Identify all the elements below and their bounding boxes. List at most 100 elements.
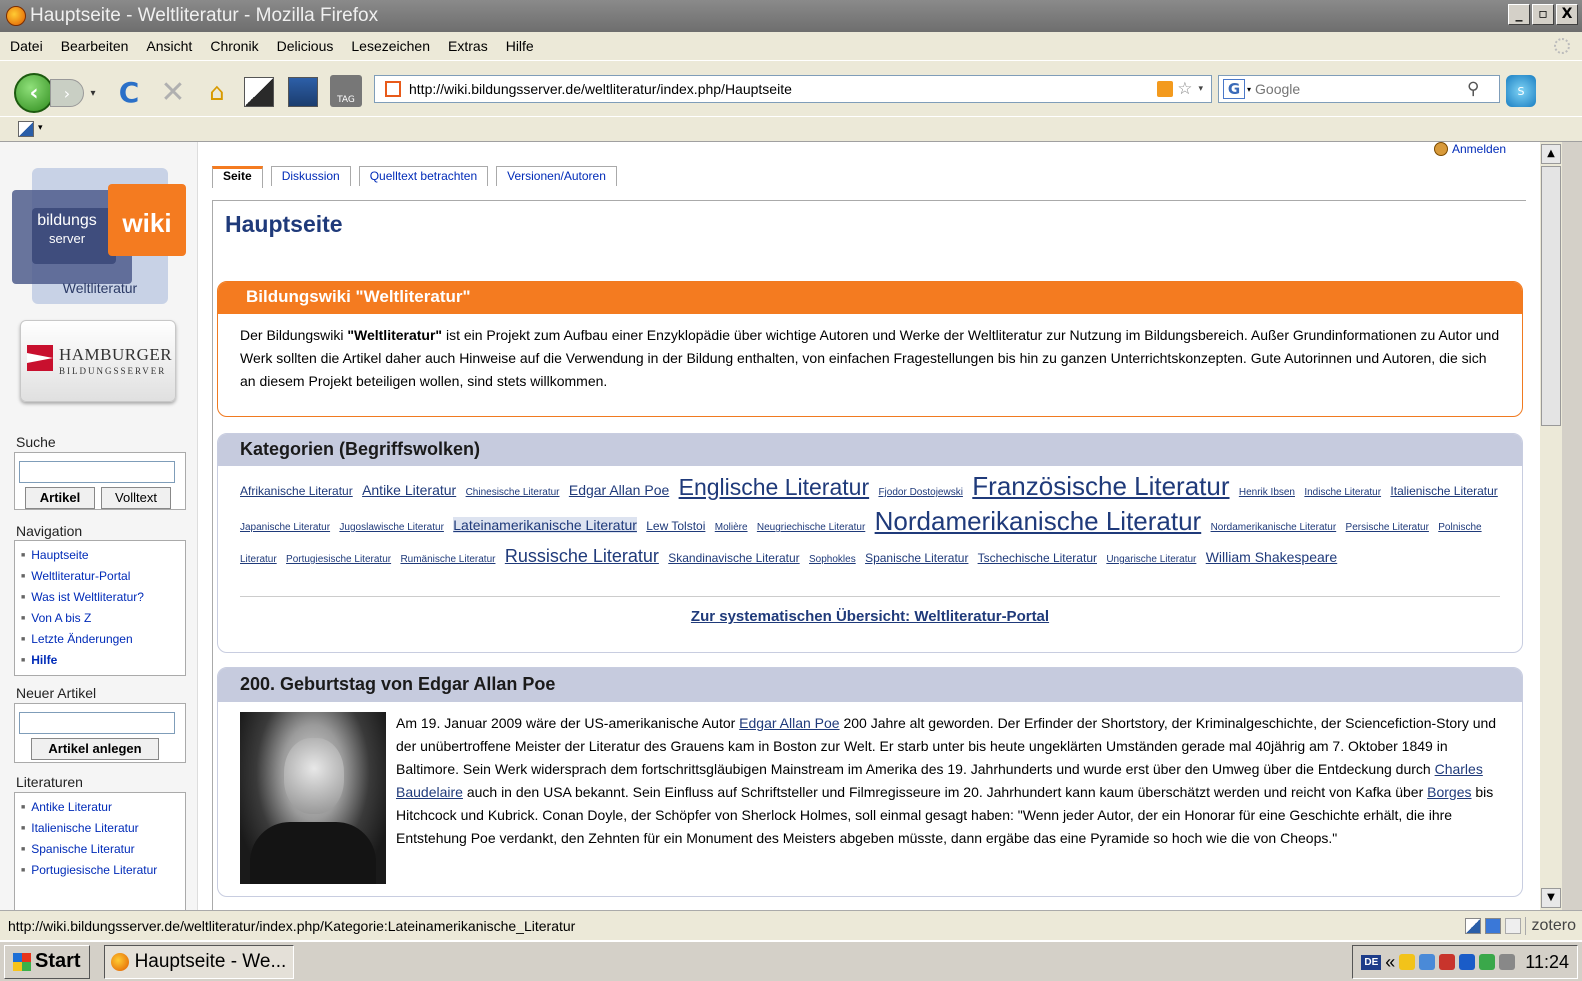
portal-link[interactable]: Zur systematischen Übersicht: Weltlitera… <box>218 608 1522 625</box>
create-article-button[interactable]: Artikel anlegen <box>31 738 159 760</box>
category-link[interactable]: Sophokles <box>809 554 856 565</box>
category-link[interactable]: Portugiesische Literatur <box>286 554 391 565</box>
volume-tray-icon[interactable] <box>1499 954 1516 970</box>
category-link[interactable]: Fjodor Dostojewski <box>878 487 962 498</box>
category-link[interactable]: Russische Literatur <box>505 546 659 566</box>
fulltext-search-button[interactable]: Volltext <box>101 487 171 509</box>
category-link[interactable]: Neugriechische Literatur <box>757 522 865 533</box>
category-link[interactable]: Spanische Literatur <box>865 551 968 565</box>
home-button[interactable]: ⌂ <box>200 75 234 109</box>
category-link[interactable]: Französische Literatur <box>972 471 1229 501</box>
category-link[interactable]: Ungarische Literatur <box>1106 554 1196 565</box>
google-engine-icon[interactable]: G <box>1223 79 1245 99</box>
search-input[interactable] <box>1255 81 1466 97</box>
login-link[interactable]: Anmelden <box>1434 142 1506 156</box>
bookmark-folder-icon[interactable] <box>18 121 34 137</box>
delicious-status-icon[interactable] <box>1464 917 1481 934</box>
lit-item-antike[interactable]: Antike Literatur <box>21 797 185 818</box>
alert-tray-icon[interactable] <box>1439 954 1456 970</box>
category-link[interactable]: Chinesische Literatur <box>466 487 560 498</box>
category-link[interactable]: Indische Literatur <box>1304 487 1381 498</box>
address-bar[interactable]: ☆ ▾ <box>374 75 1212 103</box>
search-bar[interactable]: G ▾ ⚲ <box>1218 75 1500 103</box>
menu-chronik[interactable]: Chronik <box>210 38 258 54</box>
nav-item-was-ist[interactable]: Was ist Weltliteratur? <box>21 587 185 608</box>
network-tray-icon[interactable] <box>1419 954 1436 970</box>
security-tray-icon[interactable] <box>1399 954 1416 970</box>
start-button[interactable]: Start <box>4 944 90 979</box>
tag-button[interactable]: TAG <box>330 75 362 107</box>
nav-item-portal[interactable]: Weltliteratur-Portal <box>21 566 185 587</box>
category-link[interactable]: Lateinamerikanische Literatur <box>453 517 637 533</box>
menu-hilfe[interactable]: Hilfe <box>506 38 534 54</box>
category-link[interactable]: Molière <box>715 522 748 533</box>
reload-button[interactable]: C <box>112 75 146 109</box>
bluetooth-tray-icon[interactable] <box>1459 954 1476 970</box>
mail-status-icon[interactable] <box>1504 917 1521 934</box>
category-link[interactable]: Antike Literatur <box>362 482 456 498</box>
category-link[interactable]: Lew Tolstoi <box>646 519 705 533</box>
menu-lesezeichen[interactable]: Lesezeichen <box>351 38 430 54</box>
bookmark-star-icon[interactable]: ☆ <box>1177 79 1192 99</box>
scroll-down-icon[interactable]: ▼ <box>1541 888 1561 908</box>
url-input[interactable] <box>409 77 1158 101</box>
tab-diskussion[interactable]: Diskussion <box>270 166 351 186</box>
hamburger-bildungsserver-logo[interactable]: HAMBURGER BILDUNGSSERVER <box>20 320 176 402</box>
menu-delicious[interactable]: Delicious <box>277 38 334 54</box>
language-indicator[interactable]: DE <box>1361 954 1382 970</box>
scroll-up-icon[interactable]: ▲ <box>1541 144 1561 164</box>
delicious-icon[interactable] <box>244 77 274 107</box>
search-icon[interactable]: ⚲ <box>1467 79 1479 99</box>
link-borges[interactable]: Borges <box>1427 784 1471 800</box>
category-link[interactable]: Persische Literatur <box>1346 522 1429 533</box>
category-link[interactable]: Skandinavische Literatur <box>668 551 799 565</box>
bookmark-dropdown-icon[interactable]: ▾ <box>38 123 43 133</box>
wiki-search-input[interactable] <box>19 461 175 483</box>
link-edgar-allan-poe[interactable]: Edgar Allan Poe <box>739 715 839 731</box>
rss-feed-icon[interactable] <box>1157 81 1174 97</box>
menu-ansicht[interactable]: Ansicht <box>146 38 192 54</box>
lit-item-italienische[interactable]: Italienische Literatur <box>21 818 185 839</box>
menu-bearbeiten[interactable]: Bearbeiten <box>61 38 129 54</box>
zotero-button[interactable]: zotero <box>1524 916 1582 935</box>
menu-extras[interactable]: Extras <box>448 38 488 54</box>
lit-item-spanische[interactable]: Spanische Literatur <box>21 839 185 860</box>
close-button[interactable]: X <box>1556 4 1578 25</box>
article-search-button[interactable]: Artikel <box>25 487 95 509</box>
category-link[interactable]: Italienische Literatur <box>1390 484 1497 498</box>
tab-versionen[interactable]: Versionen/Autoren <box>496 166 617 186</box>
new-article-input[interactable] <box>19 712 175 734</box>
grid-status-icon[interactable] <box>1484 917 1501 934</box>
forward-button[interactable]: › <box>50 79 84 107</box>
maximize-button[interactable]: ▫ <box>1532 4 1554 25</box>
category-link[interactable]: Afrikanische Literatur <box>240 484 353 498</box>
tray-expand-icon[interactable]: « <box>1385 952 1395 973</box>
nav-item-letzte-aenderungen[interactable]: Letzte Änderungen <box>21 629 185 650</box>
nav-item-hauptseite[interactable]: Hauptseite <box>21 545 185 566</box>
menu-datei[interactable]: Datei <box>10 38 43 54</box>
app-tray-icon[interactable] <box>1479 954 1496 970</box>
poe-portrait-image[interactable] <box>240 712 386 884</box>
category-link[interactable]: Japanische Literatur <box>240 522 330 533</box>
category-link[interactable]: Henrik Ibsen <box>1239 487 1295 498</box>
category-link[interactable]: William Shakespeare <box>1206 549 1338 565</box>
category-link[interactable]: Edgar Allan Poe <box>569 482 669 498</box>
engine-dropdown-icon[interactable]: ▾ <box>1247 85 1251 94</box>
nav-item-a-bis-z[interactable]: Von A bis Z <box>21 608 185 629</box>
minimize-button[interactable]: _ <box>1508 4 1530 25</box>
url-dropdown-icon[interactable]: ▾ <box>1198 84 1203 94</box>
skype-icon[interactable]: S <box>1506 75 1536 107</box>
category-link[interactable]: Nordamerikanische Literatur <box>875 506 1202 536</box>
tab-quelltext[interactable]: Quelltext betrachten <box>358 166 489 186</box>
stop-button[interactable]: ✕ <box>156 75 190 110</box>
tab-seite[interactable]: Seite <box>212 166 263 188</box>
category-link[interactable]: Tschechische Literatur <box>978 551 1097 565</box>
taskbar-firefox-window[interactable]: Hauptseite - We... <box>103 944 294 979</box>
scroll-thumb[interactable] <box>1541 166 1561 426</box>
category-link[interactable]: Nordamerikanische Literatur <box>1211 522 1337 533</box>
vertical-scrollbar[interactable]: ▲ ▼ <box>1540 142 1562 910</box>
back-button[interactable]: ‹ <box>14 73 54 113</box>
bookmarks-sidebar-icon[interactable] <box>288 77 318 107</box>
lit-item-portugiesische[interactable]: Portugiesische Literatur <box>21 860 185 881</box>
category-link[interactable]: Rumänische Literatur <box>400 554 495 565</box>
